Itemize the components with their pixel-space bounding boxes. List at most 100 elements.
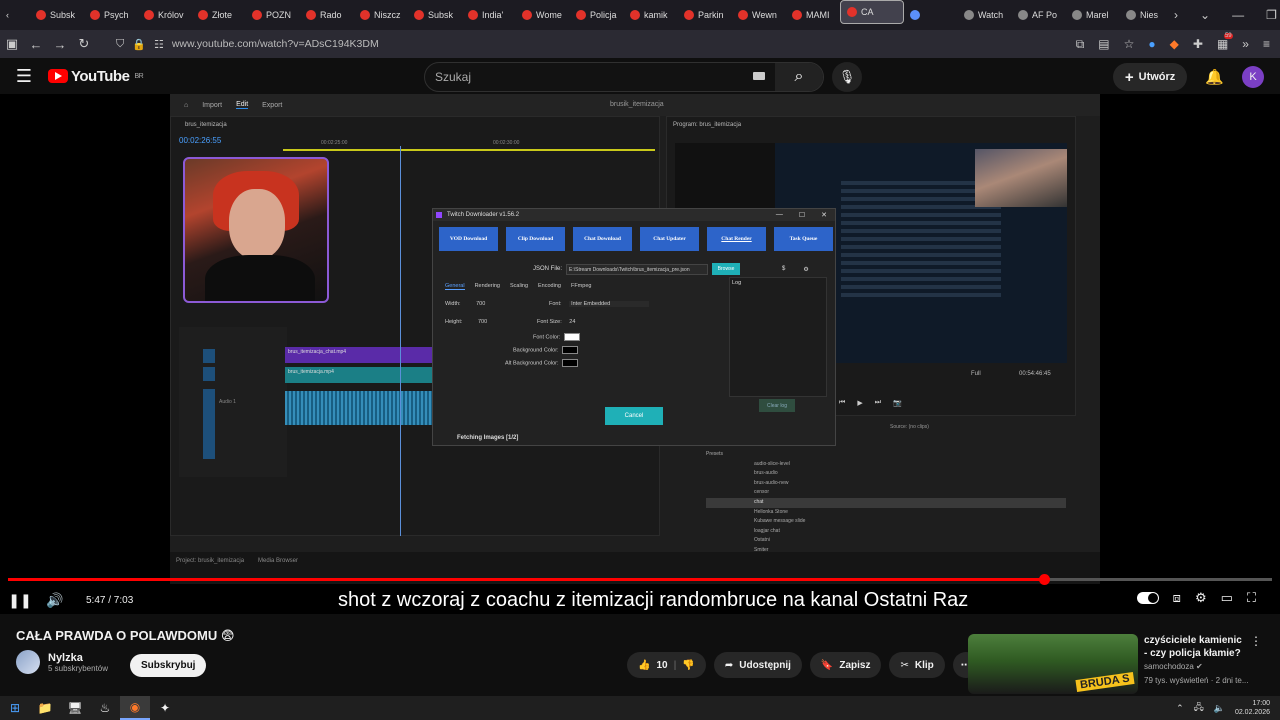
recommended-more-icon[interactable]: ⋮ xyxy=(1250,634,1262,648)
browser-tab[interactable]: MAMI xyxy=(786,0,840,30)
like-count[interactable]: 10 xyxy=(656,660,667,671)
settings-gear-icon[interactable]: ⚙ xyxy=(1195,590,1207,606)
tab-list-dropdown-icon[interactable]: ⌄ xyxy=(1200,8,1210,22)
overflow-chevron-icon[interactable]: » xyxy=(1242,37,1249,52)
save-button[interactable]: 🔖 Zapisz xyxy=(809,652,882,678)
tab-scroll-right-icon[interactable]: › xyxy=(1174,8,1178,22)
browser-tab[interactable]: Policja xyxy=(570,0,624,30)
keyboard-icon[interactable] xyxy=(753,72,765,80)
voice-search-mic-icon[interactable]: 🎙 xyxy=(832,62,862,92)
progress-played xyxy=(8,578,1045,581)
browser-tab[interactable]: POZN xyxy=(246,0,300,30)
video-progress-bar[interactable] xyxy=(8,574,1272,585)
address-bar[interactable]: ⛉ 🔒 ☷ www.youtube.com/watch?v=ADsC194K3D… xyxy=(116,38,946,51)
browser-tab[interactable]: Złote xyxy=(192,0,246,30)
search-input[interactable]: Szukaj xyxy=(435,70,471,84)
permissions-icon[interactable]: ☷ xyxy=(154,38,164,51)
recommended-video[interactable]: BRUDA S czyściciele kamienic - czy polic… xyxy=(968,632,1268,694)
extensions-puzzle-icon[interactable]: ✚ xyxy=(1193,37,1203,52)
pause-icon[interactable]: ❚❚ xyxy=(0,592,40,609)
picture-in-picture-icon[interactable]: ⧉ xyxy=(1076,37,1085,52)
youtube-logo[interactable]: YouTube BR xyxy=(48,68,144,85)
extension-shield-icon[interactable]: ● xyxy=(1148,37,1155,52)
steam-icon[interactable]: ♨ xyxy=(90,696,120,720)
volume-icon[interactable]: 🔊 xyxy=(40,592,70,609)
sidebar-toggle-icon[interactable]: ▣ xyxy=(0,36,24,52)
app-icon[interactable]: ✦ xyxy=(150,696,180,720)
app-menu-icon[interactable]: ≡ xyxy=(1263,37,1270,52)
shield-icon[interactable]: ⛉ xyxy=(116,38,124,51)
tray-overflow-icon[interactable]: ⌃ xyxy=(1176,703,1184,714)
browser-tab[interactable]: Niszcz xyxy=(354,0,408,30)
divider: | xyxy=(673,659,677,671)
video-frame[interactable]: ⌂ Import Edit Export brusik_itemizacja b… xyxy=(170,94,1100,584)
tab-favicon-icon xyxy=(630,10,640,20)
recommended-thumbnail[interactable]: BRUDA S xyxy=(968,634,1138,694)
forward-icon[interactable]: → xyxy=(48,37,72,52)
browser-tab[interactable]: Wome xyxy=(516,0,570,30)
maximize-icon[interactable]: ❐ xyxy=(1266,8,1277,22)
tab-scroll-left-icon[interactable]: ‹ xyxy=(0,0,30,30)
reload-icon[interactable]: ↻ xyxy=(72,36,96,52)
clock[interactable]: 17:00 02.02.2026 xyxy=(1235,699,1270,717)
recommended-title[interactable]: czyściciele kamienic - czy policja kłami… xyxy=(1144,634,1244,660)
bg-color-label: Background Color: xyxy=(513,347,559,354)
bookmark-star-icon[interactable]: ☆ xyxy=(1124,37,1135,52)
reader-mode-icon[interactable]: ▤ xyxy=(1098,37,1109,52)
preset-item: chat xyxy=(706,497,1066,508)
autoplay-toggle[interactable] xyxy=(1136,592,1159,604)
back-icon[interactable]: ← xyxy=(24,37,48,52)
browser-tab[interactable]: Rado xyxy=(300,0,354,30)
browser-tab[interactable] xyxy=(904,0,958,30)
browser-tab[interactable]: India' xyxy=(462,0,516,30)
fullscreen-icon[interactable]: ⛶ xyxy=(1247,590,1256,606)
browser-tab[interactable]: Marel xyxy=(1066,0,1120,30)
dislike-icon[interactable]: 👎 xyxy=(682,660,694,671)
browser-tab[interactable]: AF Po xyxy=(1012,0,1066,30)
clip-button[interactable]: ✂ Klip xyxy=(889,652,945,678)
subtitles-icon[interactable]: ⧈ xyxy=(1173,590,1181,606)
browser-tab[interactable]: kamik xyxy=(624,0,678,30)
browser-tab[interactable]: Subsk xyxy=(30,0,84,30)
bg-color-field: Background Color: xyxy=(513,346,579,354)
channel-name[interactable]: Nylzka xyxy=(48,652,108,664)
tab-favicon-icon xyxy=(847,7,857,17)
share-button[interactable]: ➦ Udostępnij xyxy=(713,652,802,678)
firefox-icon[interactable]: ◉ xyxy=(120,696,150,720)
extension-fox-icon[interactable]: ◆ xyxy=(1170,37,1179,52)
tab-favicon-icon xyxy=(414,10,424,20)
recommended-channel[interactable]: samochodoza ✔ xyxy=(1144,662,1203,671)
minimize-icon[interactable]: — xyxy=(1232,8,1244,22)
lock-icon: 🔒 xyxy=(132,38,146,51)
miniplayer-icon[interactable]: ▭ xyxy=(1221,590,1233,606)
hamburger-menu-icon[interactable]: ☰ xyxy=(0,66,48,87)
json-file-row: JSON File: E:\Stream Downloads\Twitch\br… xyxy=(533,263,809,275)
browser-tab[interactable]: Parkin xyxy=(678,0,732,30)
url-text[interactable]: www.youtube.com/watch?v=ADsC194K3DM xyxy=(172,38,379,50)
volume-tray-icon[interactable]: 🔈 xyxy=(1214,703,1225,714)
browser-tab[interactable]: Królov xyxy=(138,0,192,30)
browser-nav-bar: ▣ ← → ↻ ⛉ 🔒 ☷ www.youtube.com/watch?v=AD… xyxy=(0,30,1280,58)
extension-badge-icon[interactable]: ▦ 59 xyxy=(1217,32,1233,52)
search-button[interactable]: ⌕ xyxy=(775,63,823,91)
channel-avatar[interactable] xyxy=(16,650,40,674)
file-explorer-icon[interactable]: 📁 xyxy=(30,696,60,720)
browser-tab[interactable]: CA xyxy=(840,0,904,24)
browser-tab[interactable]: Wewn xyxy=(732,0,786,30)
create-button[interactable]: + Utwórz xyxy=(1112,63,1188,91)
like-icon[interactable]: 👍 xyxy=(638,660,650,671)
browser-tab[interactable]: Nies xyxy=(1120,0,1174,30)
pc-monitor-icon[interactable]: 🖥 xyxy=(60,696,90,720)
search-box[interactable]: Szukaj ⌕ xyxy=(424,62,824,92)
start-windows-icon[interactable]: ⊞ xyxy=(0,696,30,720)
browser-tab[interactable]: Psych xyxy=(84,0,138,30)
network-icon[interactable]: 🖧 xyxy=(1194,700,1204,716)
video-player[interactable]: ⌂ Import Edit Export brusik_itemizacja b… xyxy=(0,94,1280,614)
browser-tab[interactable]: Subsk xyxy=(408,0,462,30)
subscribe-button[interactable]: Subskrybuj xyxy=(130,654,207,677)
browser-tab[interactable]: Watch xyxy=(958,0,1012,30)
downloader-mode-button: Chat Render xyxy=(707,227,766,251)
notifications-bell-icon[interactable]: 🔔 xyxy=(1205,68,1224,86)
tab-favicon-icon xyxy=(738,10,748,20)
account-avatar[interactable]: K xyxy=(1242,66,1264,88)
